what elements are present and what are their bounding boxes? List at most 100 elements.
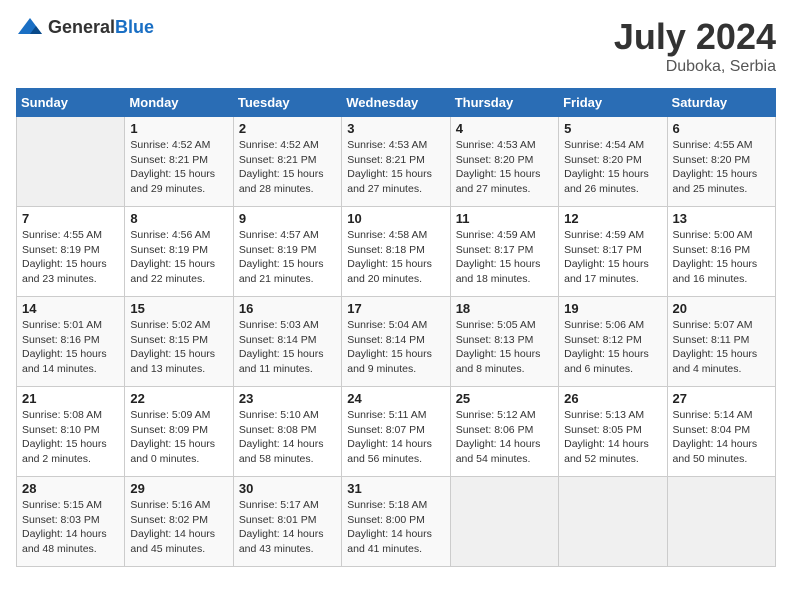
day-number: 27 [673,391,770,406]
day-number: 11 [456,211,553,226]
calendar-cell: 16 Sunrise: 5:03 AM Sunset: 8:14 PM Dayli… [233,297,341,387]
calendar-cell: 19Sunrise: 5:06 AM Sunset: 8:12 PM Dayli… [559,297,667,387]
day-info: Sunrise: 5:13 AM Sunset: 8:05 PM Dayligh… [564,408,661,467]
calendar-cell: 3Sunrise: 4:53 AM Sunset: 8:21 PM Daylig… [342,117,450,207]
calendar-cell [17,117,125,207]
day-number: 26 [564,391,661,406]
day-number: 30 [239,481,336,496]
day-number: 7 [22,211,119,226]
calendar-cell: 5Sunrise: 4:54 AM Sunset: 8:20 PM Daylig… [559,117,667,207]
weekday-wednesday: Wednesday [342,89,450,117]
calendar-cell: 30 Sunrise: 5:17 AM Sunset: 8:01 PM Dayli… [233,477,341,567]
day-number: 31 [347,481,444,496]
weekday-sunday: Sunday [17,89,125,117]
week-row-4: 21 Sunrise: 5:08 AM Sunset: 8:10 PM Dayli… [17,387,776,477]
calendar-cell: 29 Sunrise: 5:16 AM Sunset: 8:02 PM Dayli… [125,477,233,567]
day-number: 28 [22,481,119,496]
weekday-saturday: Saturday [667,89,775,117]
calendar-cell: 26 Sunrise: 5:13 AM Sunset: 8:05 PM Dayli… [559,387,667,477]
day-number: 14 [22,301,119,316]
day-info: Sunrise: 4:55 AM Sunset: 8:20 PM Dayligh… [673,138,770,197]
day-info: Sunrise: 5:18 AM Sunset: 8:00 PM Dayligh… [347,498,444,557]
day-info: Sunrise: 4:58 AM Sunset: 8:18 PM Dayligh… [347,228,444,287]
day-info: Sunrise: 5:09 AM Sunset: 8:09 PM Dayligh… [130,408,227,467]
calendar-cell: 31 Sunrise: 5:18 AM Sunset: 8:00 PM Dayli… [342,477,450,567]
weekday-thursday: Thursday [450,89,558,117]
day-info: Sunrise: 5:07 AM Sunset: 8:11 PM Dayligh… [673,318,770,377]
calendar-cell [667,477,775,567]
logo: GeneralBlue [16,16,154,38]
day-info: Sunrise: 5:03 AM Sunset: 8:14 PM Dayligh… [239,318,336,377]
day-info: Sunrise: 4:59 AM Sunset: 8:17 PM Dayligh… [564,228,661,287]
day-info: Sunrise: 4:56 AM Sunset: 8:19 PM Dayligh… [130,228,227,287]
calendar-cell: 9 Sunrise: 4:57 AM Sunset: 8:19 PM Daylig… [233,207,341,297]
day-number: 8 [130,211,227,226]
calendar-cell: 25 Sunrise: 5:12 AM Sunset: 8:06 PM Dayli… [450,387,558,477]
day-info: Sunrise: 4:59 AM Sunset: 8:17 PM Dayligh… [456,228,553,287]
calendar-cell: 6Sunrise: 4:55 AM Sunset: 8:20 PM Daylig… [667,117,775,207]
day-number: 29 [130,481,227,496]
week-row-2: 7Sunrise: 4:55 AM Sunset: 8:19 PM Daylig… [17,207,776,297]
logo-blue: Blue [115,17,154,37]
calendar-cell: 27 Sunrise: 5:14 AM Sunset: 8:04 PM Dayli… [667,387,775,477]
calendar-cell: 1 Sunrise: 4:52 AM Sunset: 8:21 PM Daylig… [125,117,233,207]
weekday-tuesday: Tuesday [233,89,341,117]
day-info: Sunrise: 4:52 AM Sunset: 8:21 PM Dayligh… [130,138,227,197]
day-number: 2 [239,121,336,136]
day-info: Sunrise: 5:01 AM Sunset: 8:16 PM Dayligh… [22,318,119,377]
weekday-friday: Friday [559,89,667,117]
day-number: 25 [456,391,553,406]
day-info: Sunrise: 5:14 AM Sunset: 8:04 PM Dayligh… [673,408,770,467]
day-number: 21 [22,391,119,406]
day-number: 17 [347,301,444,316]
calendar-cell [450,477,558,567]
day-info: Sunrise: 5:00 AM Sunset: 8:16 PM Dayligh… [673,228,770,287]
calendar-cell: 24Sunrise: 5:11 AM Sunset: 8:07 PM Dayli… [342,387,450,477]
day-number: 20 [673,301,770,316]
day-number: 10 [347,211,444,226]
day-info: Sunrise: 5:17 AM Sunset: 8:01 PM Dayligh… [239,498,336,557]
day-number: 13 [673,211,770,226]
day-number: 16 [239,301,336,316]
weekday-header-row: SundayMondayTuesdayWednesdayThursdayFrid… [17,89,776,117]
day-info: Sunrise: 5:12 AM Sunset: 8:06 PM Dayligh… [456,408,553,467]
page-header: GeneralBlue July 2024 Duboka, Serbia [16,16,776,76]
calendar-cell: 18Sunrise: 5:05 AM Sunset: 8:13 PM Dayli… [450,297,558,387]
weekday-monday: Monday [125,89,233,117]
day-number: 15 [130,301,227,316]
day-info: Sunrise: 4:57 AM Sunset: 8:19 PM Dayligh… [239,228,336,287]
day-info: Sunrise: 5:08 AM Sunset: 8:10 PM Dayligh… [22,408,119,467]
calendar-cell: 20 Sunrise: 5:07 AM Sunset: 8:11 PM Dayli… [667,297,775,387]
day-number: 23 [239,391,336,406]
day-info: Sunrise: 5:16 AM Sunset: 8:02 PM Dayligh… [130,498,227,557]
day-info: Sunrise: 4:52 AM Sunset: 8:21 PM Dayligh… [239,138,336,197]
calendar-cell: 14 Sunrise: 5:01 AM Sunset: 8:16 PM Dayli… [17,297,125,387]
day-number: 3 [347,121,444,136]
location: Duboka, Serbia [614,58,776,76]
day-info: Sunrise: 5:02 AM Sunset: 8:15 PM Dayligh… [130,318,227,377]
day-info: Sunrise: 5:10 AM Sunset: 8:08 PM Dayligh… [239,408,336,467]
calendar-cell: 13 Sunrise: 5:00 AM Sunset: 8:16 PM Dayli… [667,207,775,297]
month-year: July 2024 [614,16,776,58]
calendar-cell: 10 Sunrise: 4:58 AM Sunset: 8:18 PM Dayli… [342,207,450,297]
calendar-cell [559,477,667,567]
week-row-3: 14 Sunrise: 5:01 AM Sunset: 8:16 PM Dayli… [17,297,776,387]
logo-general: General [48,17,115,37]
day-info: Sunrise: 5:04 AM Sunset: 8:14 PM Dayligh… [347,318,444,377]
calendar-cell: 21 Sunrise: 5:08 AM Sunset: 8:10 PM Dayli… [17,387,125,477]
day-number: 5 [564,121,661,136]
calendar-cell: 12Sunrise: 4:59 AM Sunset: 8:17 PM Dayli… [559,207,667,297]
calendar-cell: 7Sunrise: 4:55 AM Sunset: 8:19 PM Daylig… [17,207,125,297]
calendar-cell: 23 Sunrise: 5:10 AM Sunset: 8:08 PM Dayli… [233,387,341,477]
day-info: Sunrise: 5:15 AM Sunset: 8:03 PM Dayligh… [22,498,119,557]
day-number: 1 [130,121,227,136]
calendar-cell: 2 Sunrise: 4:52 AM Sunset: 8:21 PM Daylig… [233,117,341,207]
calendar-table: SundayMondayTuesdayWednesdayThursdayFrid… [16,88,776,567]
day-number: 9 [239,211,336,226]
day-number: 22 [130,391,227,406]
calendar-cell: 8 Sunrise: 4:56 AM Sunset: 8:19 PM Daylig… [125,207,233,297]
week-row-5: 28 Sunrise: 5:15 AM Sunset: 8:03 PM Dayli… [17,477,776,567]
calendar-cell: 22 Sunrise: 5:09 AM Sunset: 8:09 PM Dayli… [125,387,233,477]
day-number: 4 [456,121,553,136]
day-number: 18 [456,301,553,316]
